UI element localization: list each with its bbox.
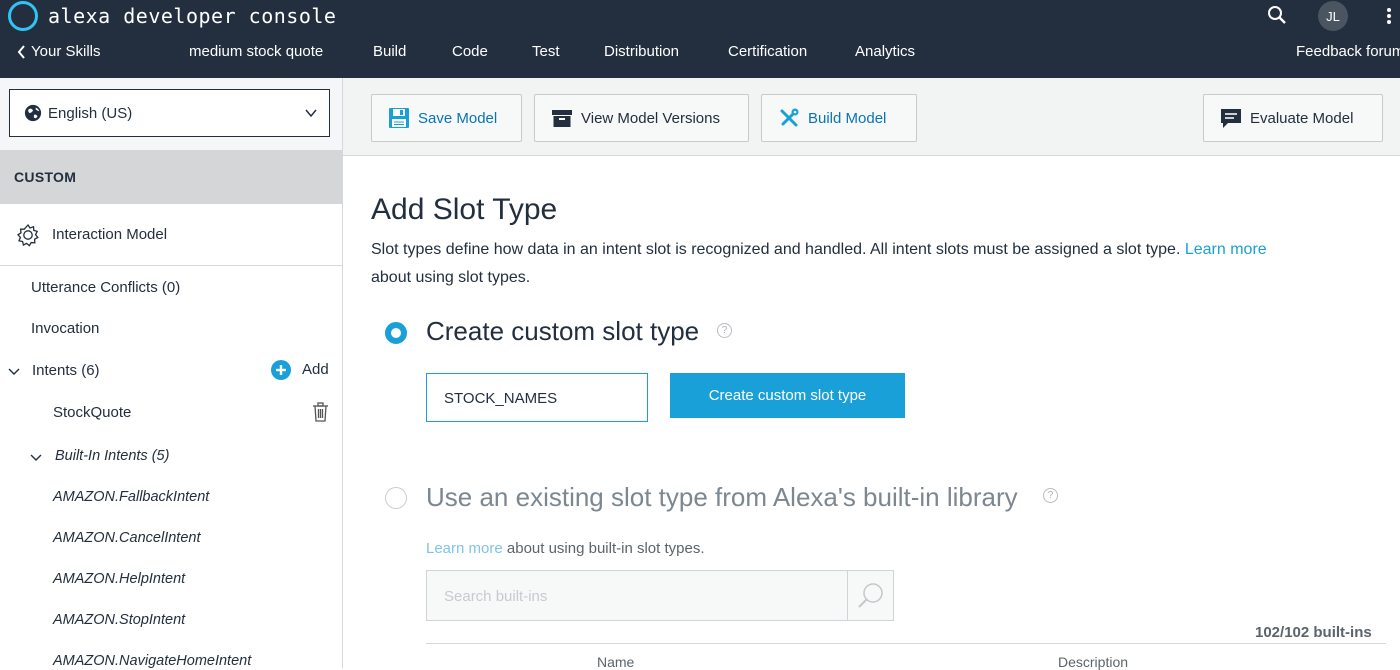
tab-code[interactable]: Code <box>452 43 488 60</box>
builtin-count: 102/102 built-ins <box>1255 624 1372 641</box>
tools-icon <box>780 108 799 127</box>
locale-select[interactable]: English (US) <box>9 89 330 137</box>
search-icon[interactable] <box>856 581 886 611</box>
brand-title: alexa developer console <box>48 4 337 28</box>
radio-create-custom[interactable] <box>385 322 407 344</box>
search-divider <box>847 571 848 620</box>
sidebar: English (US) CUSTOM Interaction Model Ut… <box>0 78 343 669</box>
view-model-versions-label: View Model Versions <box>581 109 720 127</box>
option-create-custom-label[interactable]: Create custom slot type <box>426 316 699 347</box>
top-bar: alexa developer console JL Your Skills m… <box>0 0 1400 83</box>
builtin-search-input[interactable]: Search built-ins <box>426 570 894 621</box>
builtin-learn-more-link[interactable]: Learn more <box>426 540 503 557</box>
back-to-skills-link[interactable]: Your Skills <box>17 43 100 60</box>
sidebar-item-intents[interactable]: Intents (6) <box>32 362 100 379</box>
option-use-builtin-label[interactable]: Use an existing slot type from Alexa's b… <box>426 482 1018 513</box>
build-model-button[interactable]: Build Model <box>761 94 917 142</box>
sidebar-item-navigate-home-intent[interactable]: AMAZON.NavigateHomeIntent <box>53 653 251 669</box>
page-description: Slot types define how data in an intent … <box>371 236 1381 292</box>
tab-analytics[interactable]: Analytics <box>855 43 915 60</box>
learn-more-link[interactable]: Learn more <box>1185 241 1267 258</box>
radio-use-builtin[interactable] <box>385 487 407 509</box>
main-nav: Your Skills medium stock quote Build Cod… <box>0 37 1400 83</box>
search-placeholder: Search built-ins <box>444 588 548 605</box>
skill-name[interactable]: medium stock quote <box>189 43 323 60</box>
locale-area: English (US) <box>0 78 342 150</box>
sidebar-item-help-intent[interactable]: AMAZON.HelpIntent <box>53 571 185 587</box>
sidebar-item-utterance-conflicts[interactable]: Utterance Conflicts (0) <box>31 279 180 296</box>
locale-label: English (US) <box>48 104 133 122</box>
archive-icon <box>552 110 572 127</box>
build-model-label: Build Model <box>808 109 887 127</box>
description-text: Slot types define how data in an intent … <box>371 241 1181 258</box>
comment-icon <box>1221 109 1241 128</box>
sidebar-item-cancel-intent[interactable]: AMAZON.CancelIntent <box>53 530 200 546</box>
evaluate-model-label: Evaluate Model <box>1250 109 1354 127</box>
globe-icon <box>24 104 42 122</box>
chevron-down-icon[interactable] <box>30 452 42 464</box>
chevron-down-icon <box>305 109 317 118</box>
page-title: Add Slot Type <box>371 193 558 226</box>
chevron-left-icon <box>17 45 25 59</box>
section-custom-header: CUSTOM <box>0 150 342 204</box>
interaction-model-label: Interaction Model <box>52 226 168 243</box>
chevron-down-icon[interactable] <box>8 366 20 378</box>
sidebar-item-stop-intent[interactable]: AMAZON.StopIntent <box>53 612 185 628</box>
add-intent-button[interactable]: Add <box>302 361 329 378</box>
brand[interactable]: alexa developer console <box>8 1 337 31</box>
sidebar-item-fallback-intent[interactable]: AMAZON.FallbackIntent <box>53 489 209 505</box>
back-label: Your Skills <box>31 43 101 60</box>
model-toolbar: Save Model View Model Versions Build Mod… <box>343 78 1400 156</box>
save-model-button[interactable]: Save Model <box>371 94 522 142</box>
builtin-help-text: Learn more about using built-in slot typ… <box>426 540 705 557</box>
sidebar-item-invocation[interactable]: Invocation <box>31 320 99 337</box>
tab-certification[interactable]: Certification <box>728 43 807 60</box>
gear-icon <box>17 223 39 247</box>
view-model-versions-button[interactable]: View Model Versions <box>534 94 749 142</box>
search-icon[interactable] <box>1263 3 1291 27</box>
tab-test[interactable]: Test <box>532 43 560 60</box>
alexa-logo-icon <box>8 1 38 31</box>
add-circle-icon[interactable] <box>271 360 291 380</box>
more-options-icon[interactable] <box>1382 4 1396 28</box>
builtin-link-tail: about using built-in slot types. <box>506 540 705 557</box>
tab-build[interactable]: Build <box>370 43 409 83</box>
help-icon[interactable]: ? <box>717 323 732 338</box>
sidebar-item-interaction-model[interactable]: Interaction Model <box>0 204 342 266</box>
avatar[interactable]: JL <box>1318 1 1348 31</box>
help-icon[interactable]: ? <box>1043 488 1058 503</box>
tab-distribution[interactable]: Distribution <box>604 43 679 60</box>
slot-type-name-input[interactable]: STOCK_NAMES <box>426 373 648 422</box>
create-custom-slot-type-button[interactable]: Create custom slot type <box>670 373 905 418</box>
sidebar-item-builtin-intents[interactable]: Built-In Intents (5) <box>55 448 169 464</box>
sidebar-item-stockquote[interactable]: StockQuote <box>53 404 131 421</box>
save-model-label: Save Model <box>418 109 498 127</box>
trash-icon[interactable] <box>312 402 329 422</box>
save-icon <box>389 108 409 128</box>
feedback-link[interactable]: Feedback forum <box>1296 43 1400 60</box>
evaluate-model-button[interactable]: Evaluate Model <box>1203 94 1383 142</box>
description-tail: about using slot types. <box>371 269 531 286</box>
table-divider <box>426 643 1386 644</box>
